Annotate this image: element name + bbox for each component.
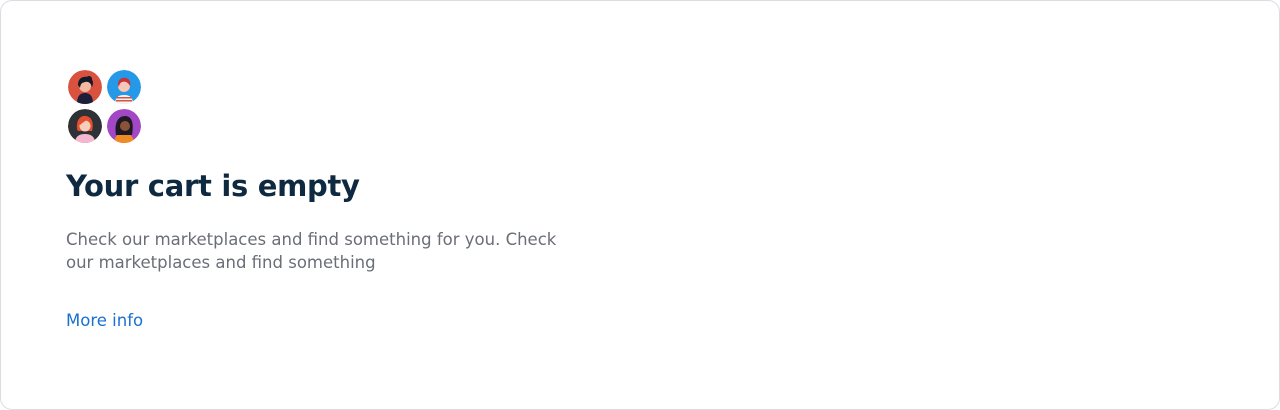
- person-avatar-1-icon: [68, 70, 102, 104]
- person-avatar-3-icon: [68, 109, 102, 143]
- page-title: Your cart is empty: [66, 169, 360, 203]
- person-avatar-2-icon: [107, 70, 141, 104]
- person-avatar-4-icon: [107, 109, 141, 143]
- avatar-group: [68, 70, 144, 146]
- empty-state-description: Check our marketplaces and find somethin…: [66, 230, 557, 272]
- more-info-link[interactable]: More info: [66, 311, 143, 330]
- empty-cart-card: Your cart is empty Check our marketplace…: [0, 0, 1280, 410]
